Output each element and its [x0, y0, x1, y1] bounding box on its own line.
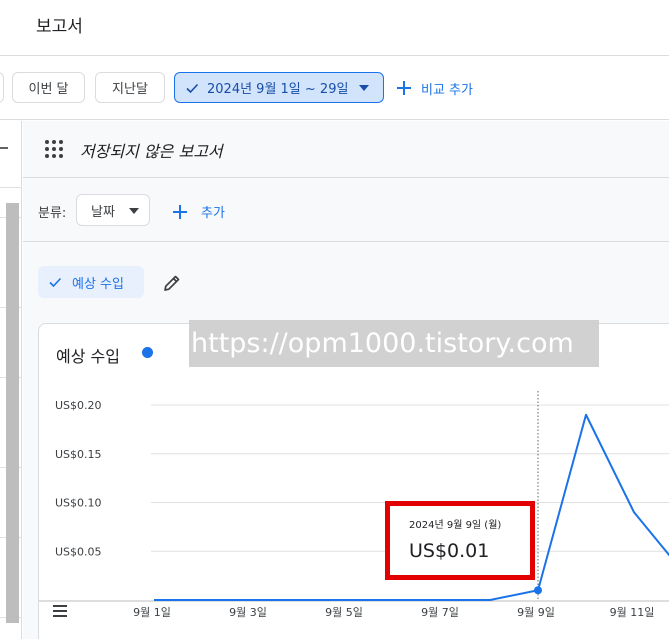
pencil-icon[interactable]	[162, 273, 182, 293]
report-area: 저장되지 않은 보고서 분류: 날짜 추가 예상 수입 예상 수입 US$0.2…	[23, 121, 669, 639]
chevron-down-icon	[359, 85, 369, 91]
x-tick-label: 9월 9일	[517, 605, 555, 619]
page-header: 보고서	[0, 0, 669, 56]
last-month-chip[interactable]: 지난달	[95, 72, 165, 103]
breakdown-label: 분류:	[38, 206, 67, 221]
add-filter-button[interactable]: 추가	[173, 202, 225, 221]
tooltip-date: 2024년 9월 9일 (월)	[409, 520, 502, 531]
scrollbar-thumb[interactable]	[6, 203, 19, 623]
x-tick-label: 9월 3일	[229, 605, 267, 619]
chart-tooltip: 2024년 9월 9일 (월) US$0.01	[385, 501, 535, 580]
tooltip-value: US$0.01	[409, 540, 490, 562]
plus-icon	[397, 81, 411, 95]
side-panel	[0, 121, 22, 639]
x-tick-label: 9월 1일	[133, 605, 171, 619]
date-range-label: 2024년 9월 1일 ~ 29일	[207, 82, 349, 97]
filter-bar: 분류: 날짜 추가	[23, 178, 669, 242]
y-tick-label: US$0.15	[55, 448, 102, 461]
check-icon	[49, 277, 62, 288]
y-tick-label: US$0.05	[55, 545, 102, 558]
breakdown-select[interactable]: 날짜	[76, 194, 150, 226]
chevron-down-icon	[129, 208, 139, 214]
y-tick-label: US$0.20	[55, 399, 102, 412]
x-tick-label: 9월 7일	[421, 605, 459, 619]
breakdown-value: 날짜	[91, 204, 115, 220]
plus-icon	[173, 204, 187, 219]
chart-card: 예상 수입 US$0.20 US$0.15 US$0.10 US$0.05 9월 1일 9…	[38, 320, 669, 639]
this-month-chip[interactable]: 이번 달	[12, 72, 85, 103]
date-range-selector[interactable]: 2024년 9월 1일 ~ 29일	[174, 72, 384, 103]
metric-chip-estimated-earnings[interactable]: 예상 수입	[38, 266, 144, 298]
line-chart[interactable]: US$0.20 US$0.15 US$0.10 US$0.05 9월 1일 9월 3일 9월…	[39, 324, 669, 639]
page-title: 보고서	[36, 17, 83, 37]
add-compare-label: 비교 추가	[421, 82, 473, 98]
divider	[0, 187, 22, 188]
x-tick-label: 9월 11일	[610, 605, 655, 619]
date-toolbar: 이번 달 지난달 2024년 9월 1일 ~ 29일 비교 추가	[0, 56, 669, 120]
report-title-bar: 저장되지 않은 보고서	[23, 121, 669, 178]
date-chip-partial[interactable]	[0, 72, 4, 103]
y-tick-label: US$0.10	[55, 497, 102, 510]
check-icon	[186, 83, 199, 93]
x-tick-label: 9월 5일	[325, 605, 363, 619]
apps-grid-icon[interactable]	[45, 140, 63, 158]
add-filter-label: 추가	[201, 206, 225, 221]
report-title[interactable]: 저장되지 않은 보고서	[80, 138, 223, 162]
menu-icon[interactable]	[53, 605, 67, 617]
add-compare-button[interactable]: 비교 추가	[397, 78, 473, 98]
data-point	[534, 586, 542, 595]
watermark-text: https://opm1000.tistory.com	[189, 320, 599, 367]
collapse-handle[interactable]	[0, 147, 8, 149]
metric-chip-label: 예상 수입	[72, 276, 124, 292]
